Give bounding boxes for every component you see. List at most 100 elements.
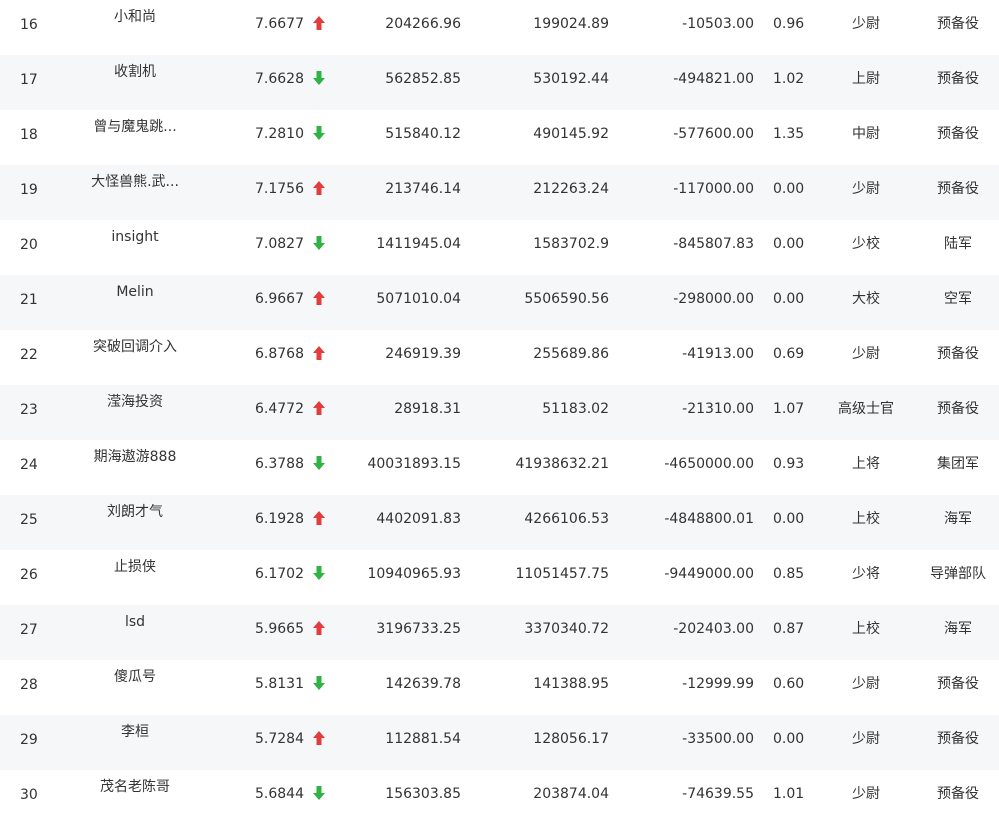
rank-title-cell: 少尉 [852,731,880,747]
arrow-down-icon [312,235,326,251]
table-row[interactable]: 25 刘朗才气 6.1928 4402091.83 4266106.53 -4848800… [0,495,999,550]
rank-title-cell: 上校 [852,621,880,637]
rank-cell: 30 [20,787,38,803]
ratio-cell: 0.00 [773,511,805,527]
value3-cell: -298000.00 [673,291,754,307]
ratio-cell: 0.00 [773,181,805,197]
table-row[interactable]: 22 突破回调介入 6.8768 246919.39 255689.86 -41913.0… [0,330,999,385]
arrow-down-icon [312,70,326,86]
rank-cell: 21 [20,292,38,308]
value2-cell: 3370340.72 [524,621,609,637]
name-cell: 曾与魔鬼跳... [93,119,177,135]
score-cell: 7.0827 [255,236,304,252]
table-row[interactable]: 30 茂名老陈哥 5.6844 156303.85 203874.04 -74639.55… [0,770,999,814]
table-row[interactable]: 27 lsd 5.9665 3196733.25 3370340.72 -202403.0… [0,605,999,660]
table-row[interactable]: 20 insight 7.0827 1411945.04 1583702.9 -84580… [0,220,999,275]
arrow-up-icon [312,620,326,636]
value1-cell: 156303.85 [385,786,461,802]
score-cell: 5.9665 [255,621,304,637]
arrow-down-icon [312,675,326,691]
name-cell: 李桓 [121,724,149,740]
rank-cell: 25 [20,512,38,528]
value1-cell: 4402091.83 [376,511,461,527]
value3-cell: -494821.00 [673,71,754,87]
arrow-up-icon [312,15,326,31]
value2-cell: 41938632.21 [515,456,609,472]
value1-cell: 40031893.15 [367,456,461,472]
value2-cell: 490145.92 [533,126,609,142]
ratio-cell: 0.00 [773,731,805,747]
rank-cell: 29 [20,732,38,748]
name-cell: 刘朗才气 [107,504,163,520]
table-row[interactable]: 23 滢海投资 6.4772 28918.31 51183.02 -21310.00 1.0… [0,385,999,440]
rank-title-cell: 高级士官 [838,401,894,417]
value1-cell: 562852.85 [385,71,461,87]
value3-cell: -41913.00 [682,346,754,362]
table-row[interactable]: 29 李桓 5.7284 112881.54 128056.17 -33500.00 0.0… [0,715,999,770]
table-row[interactable]: 28 傻瓜号 5.8131 142639.78 141388.95 -12999.99 0.… [0,660,999,715]
unit-cell: 预备役 [937,676,979,692]
table-row[interactable]: 26 止损侠 6.1702 10940965.93 11051457.75 -944900… [0,550,999,605]
value2-cell: 199024.89 [533,16,609,32]
rank-cell: 19 [20,182,38,198]
rank-cell: 27 [20,622,38,638]
rank-title-cell: 少尉 [852,676,880,692]
value3-cell: -117000.00 [673,181,754,197]
name-cell: insight [111,229,159,245]
table-row[interactable]: 19 大怪兽熊.武... 7.1756 213746.14 212263.24 -1170… [0,165,999,220]
unit-cell: 预备役 [937,346,979,362]
value2-cell: 255689.86 [533,346,609,362]
table-row[interactable]: 18 曾与魔鬼跳... 7.2810 515840.12 490145.92 -57760… [0,110,999,165]
ratio-cell: 0.96 [773,16,805,32]
value2-cell: 530192.44 [533,71,609,87]
rank-cell: 24 [20,457,38,473]
name-cell: lsd [124,614,146,630]
ratio-cell: 0.85 [773,566,805,582]
unit-cell: 预备役 [937,16,979,32]
table-row[interactable]: 24 期海遨游888 6.3788 40031893.15 41938632.21 -46… [0,440,999,495]
value3-cell: -4848800.01 [664,511,754,527]
ratio-cell: 1.01 [773,786,805,802]
arrow-down-icon [312,125,326,141]
arrow-up-icon [312,345,326,361]
value3-cell: -33500.00 [682,731,754,747]
name-cell: 收割机 [114,64,156,80]
value1-cell: 112881.54 [385,731,461,747]
value2-cell: 5506590.56 [524,291,609,307]
value2-cell: 212263.24 [533,181,609,197]
value2-cell: 11051457.75 [515,566,609,582]
value3-cell: -845807.83 [673,236,754,252]
arrow-up-icon [312,510,326,526]
ratio-cell: 0.00 [773,291,805,307]
name-cell: 大怪兽熊.武... [91,174,179,190]
value1-cell: 1411945.04 [376,236,461,252]
ratio-cell: 0.93 [773,456,805,472]
unit-cell: 预备役 [937,181,979,197]
ratio-cell: 0.60 [773,676,805,692]
value3-cell: -10503.00 [682,16,754,32]
value1-cell: 515840.12 [385,126,461,142]
unit-cell: 海军 [944,511,972,527]
value2-cell: 141388.95 [533,676,609,692]
table-row[interactable]: 16 小和尚 7.6677 204266.96 199024.89 -10503.00 0.… [0,0,999,55]
value1-cell: 246919.39 [385,346,461,362]
value2-cell: 51183.02 [542,401,609,417]
unit-cell: 预备役 [937,786,979,802]
ratio-cell: 1.02 [773,71,805,87]
ranking-table: 16 小和尚 7.6677 204266.96 199024.89 -10503.00 0.… [0,0,999,814]
score-cell: 6.8768 [255,346,304,362]
arrow-up-icon [312,400,326,416]
unit-cell: 空军 [944,291,972,307]
name-cell: 茂名老陈哥 [100,779,170,795]
value2-cell: 128056.17 [533,731,609,747]
rank-title-cell: 少尉 [852,786,880,802]
value1-cell: 28918.31 [394,401,461,417]
rank-cell: 17 [20,72,38,88]
name-cell: 滢海投资 [107,394,163,410]
table-row[interactable]: 21 Melin 6.9667 5071010.04 5506590.56 -298000… [0,275,999,330]
table-row[interactable]: 17 收割机 7.6628 562852.85 530192.44 -494821.00 1… [0,55,999,110]
rank-cell: 22 [20,347,38,363]
unit-cell: 海军 [944,621,972,637]
arrow-down-icon [312,785,326,801]
rank-cell: 26 [20,567,38,583]
